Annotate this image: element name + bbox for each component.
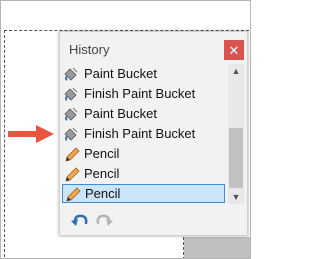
history-item-label: Finish Paint Bucket	[84, 126, 196, 141]
pencil-icon	[65, 146, 80, 162]
scroll-down-icon[interactable]: ▼	[228, 190, 244, 204]
panel-title: History	[69, 42, 110, 57]
history-item-label: Pencil	[85, 186, 121, 201]
history-item[interactable]: Paint Bucket	[62, 64, 225, 83]
history-item[interactable]: Finish Paint Bucket	[62, 124, 225, 143]
history-item-label: Pencil	[84, 146, 120, 161]
redo-icon[interactable]	[94, 210, 114, 228]
app-window: History ✕ Paint Bucket Finish Paint Buck…	[0, 0, 251, 259]
paint-bucket-icon	[64, 67, 78, 81]
workspace-background	[184, 237, 250, 258]
close-button[interactable]: ✕	[224, 40, 244, 60]
undo-icon[interactable]	[70, 210, 90, 228]
history-item[interactable]: Paint Bucket	[62, 104, 225, 123]
pencil-icon	[65, 166, 80, 182]
history-item[interactable]: Finish Paint Bucket	[62, 84, 225, 103]
history-item[interactable]: Pencil	[62, 164, 225, 183]
callout-arrow-icon	[8, 125, 54, 143]
history-item-label: Finish Paint Bucket	[84, 86, 196, 101]
pencil-icon	[66, 186, 81, 202]
history-item-label: Paint Bucket	[84, 66, 157, 81]
canvas-border	[183, 237, 184, 258]
scrollbar-thumb[interactable]	[229, 128, 243, 188]
scrollbar[interactable]: ▲ ▼	[228, 64, 244, 204]
canvas-border	[4, 30, 5, 257]
history-item[interactable]: Pencil	[62, 144, 225, 163]
history-list: Paint Bucket Finish Paint Bucket Paint B…	[62, 64, 227, 204]
paint-bucket-icon	[64, 107, 78, 121]
history-item-selected[interactable]: Pencil	[62, 184, 225, 203]
scroll-up-icon[interactable]: ▲	[228, 64, 244, 78]
close-icon: ✕	[228, 42, 240, 58]
history-item-label: Pencil	[84, 166, 120, 181]
paint-bucket-icon	[64, 127, 78, 141]
paint-bucket-icon	[64, 87, 78, 101]
history-item-label: Paint Bucket	[84, 106, 157, 121]
history-panel: History ✕ Paint Bucket Finish Paint Buck…	[59, 31, 248, 236]
